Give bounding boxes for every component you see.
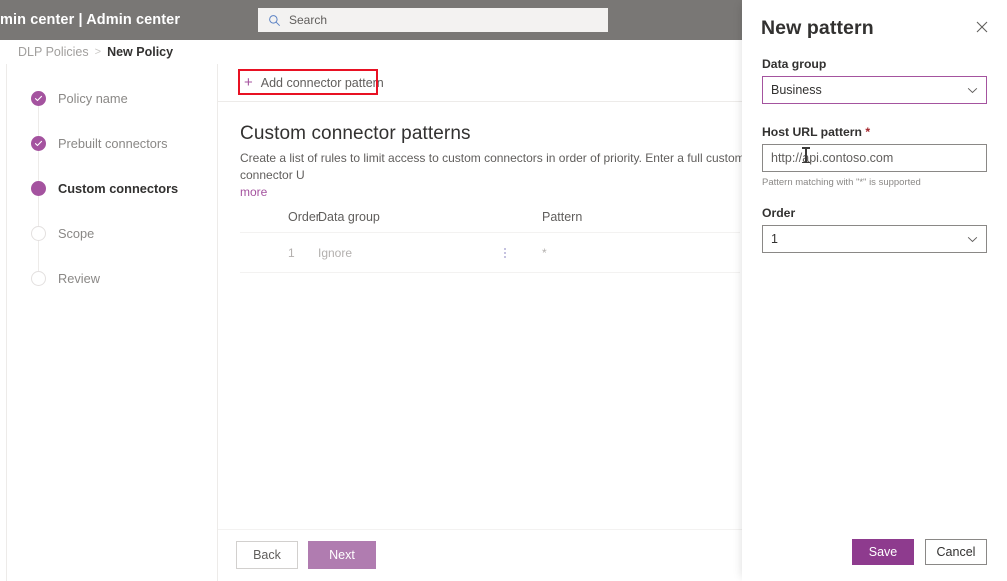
- column-header-pattern[interactable]: Pattern: [542, 210, 662, 224]
- new-pattern-panel: New pattern Data group Business Host URL…: [742, 0, 1007, 581]
- wizard-footer: Back Next: [218, 529, 742, 581]
- host-url-label: Host URL pattern *: [762, 125, 987, 139]
- sidebar-item-prebuilt-connectors[interactable]: Prebuilt connectors: [31, 132, 168, 154]
- column-header-data-group[interactable]: Data group: [318, 210, 498, 224]
- required-marker: *: [865, 125, 871, 139]
- back-button[interactable]: Back: [236, 541, 298, 569]
- app-title: min center | Admin center: [0, 12, 181, 28]
- sidebar-item-label: Scope: [58, 225, 95, 241]
- column-header-order[interactable]: Order: [240, 210, 320, 224]
- data-group-select[interactable]: Business: [762, 76, 987, 104]
- host-url-input[interactable]: [762, 144, 987, 172]
- add-connector-pattern-label: Add connector pattern: [260, 75, 384, 90]
- data-group-field: Data group Business: [762, 57, 987, 104]
- order-select[interactable]: 1: [762, 225, 987, 253]
- panel-title: New pattern: [761, 16, 874, 39]
- table-row[interactable]: 1 Ignore *: [240, 233, 740, 273]
- table-header-row: Order Data group Pattern: [240, 202, 740, 233]
- step-pending-icon: [31, 270, 46, 286]
- close-button[interactable]: [969, 16, 995, 42]
- sidebar-item-custom-connectors[interactable]: Custom connectors: [31, 177, 178, 199]
- plus-icon: +: [244, 74, 253, 91]
- close-icon: [976, 20, 988, 38]
- row-menu-button[interactable]: [498, 244, 542, 262]
- chevron-down-icon: [967, 87, 978, 94]
- connector-patterns-table: Order Data group Pattern 1 Ignore *: [240, 202, 740, 273]
- chevron-down-icon: [967, 236, 978, 243]
- page-title: Custom connector patterns: [240, 123, 471, 144]
- step-complete-icon: [31, 90, 46, 106]
- vertical-dots-icon: [498, 244, 512, 262]
- command-bar: + Add connector pattern: [218, 64, 742, 102]
- data-group-label: Data group: [762, 57, 827, 71]
- sidebar-item-scope[interactable]: Scope: [31, 222, 94, 244]
- host-url-field: Host URL pattern * Pattern matching with…: [762, 125, 987, 188]
- order-field: Order 1: [762, 206, 987, 253]
- top-header-bar: min center | Admin center Search: [0, 0, 742, 40]
- breadcrumb-item-new-policy: New Policy: [107, 45, 174, 59]
- step-pending-icon: [31, 225, 46, 241]
- host-url-label-text: Host URL pattern: [762, 125, 862, 139]
- breadcrumb: DLP Policies > New Policy: [0, 40, 742, 64]
- next-button[interactable]: Next: [308, 541, 376, 569]
- add-connector-pattern-button[interactable]: + Add connector pattern: [240, 70, 388, 96]
- sidebar-item-label: Prebuilt connectors: [58, 135, 168, 151]
- panel-header: New pattern: [742, 0, 1007, 56]
- search-input[interactable]: Search: [258, 8, 608, 32]
- host-url-hint: Pattern matching with "*" is supported: [762, 177, 921, 188]
- sidebar-item-label: Policy name: [58, 90, 128, 106]
- panel-actions: Save Cancel: [742, 537, 1007, 581]
- breadcrumb-separator: >: [94, 46, 102, 58]
- sidebar-item-policy-name[interactable]: Policy name: [31, 87, 128, 109]
- step-current-icon: [31, 180, 46, 196]
- step-complete-icon: [31, 135, 46, 151]
- cell-data-group: Ignore: [318, 245, 353, 260]
- save-button[interactable]: Save: [852, 539, 914, 565]
- sidebar-item-label: Custom connectors: [58, 180, 179, 196]
- data-group-value: Business: [771, 83, 822, 97]
- section-description-text: Create a list of rules to limit access t…: [240, 151, 742, 182]
- wizard-sidebar: Policy name Prebuilt connectors Custom c…: [7, 64, 218, 581]
- cancel-button[interactable]: Cancel: [925, 539, 987, 565]
- main-content: + Add connector pattern Custom connector…: [218, 64, 742, 581]
- search-icon: [266, 12, 282, 28]
- learn-more-link[interactable]: more: [240, 185, 267, 199]
- order-value: 1: [771, 232, 778, 246]
- order-label: Order: [762, 206, 796, 220]
- section-description: Create a list of rules to limit access t…: [240, 150, 742, 201]
- cell-order: 1: [288, 245, 295, 260]
- cell-pattern: *: [542, 245, 547, 260]
- text-cursor-icon: [802, 147, 809, 163]
- search-placeholder-text: Search: [289, 13, 328, 27]
- breadcrumb-item-dlp-policies[interactable]: DLP Policies: [18, 45, 89, 59]
- sidebar-item-review[interactable]: Review: [31, 267, 100, 289]
- sidebar-item-label: Review: [58, 270, 100, 286]
